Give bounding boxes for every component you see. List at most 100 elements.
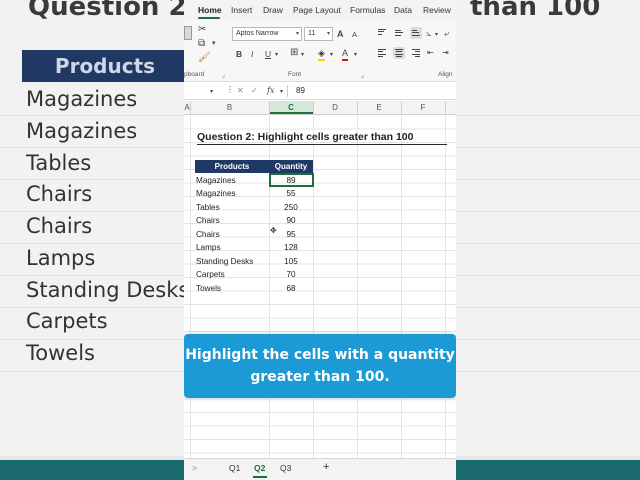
quantity-cell[interactable]: 105 xyxy=(269,257,313,266)
gridline xyxy=(190,116,191,458)
product-cell[interactable]: Chairs xyxy=(196,230,220,239)
product-cell[interactable]: Magazines xyxy=(196,176,236,185)
enter-icon[interactable]: ✓ xyxy=(251,86,258,95)
font-name-value: Aptos Narrow xyxy=(236,30,279,37)
decrease-indent-icon[interactable]: ⇤ xyxy=(427,47,434,59)
formula-input[interactable]: 89 xyxy=(296,86,305,95)
fill-dropdown-icon[interactable]: ▾ xyxy=(330,49,333,61)
shrink-font-button[interactable]: A xyxy=(352,29,357,41)
quantity-cell[interactable]: 68 xyxy=(269,284,313,293)
ribbon-tabs: Home Insert Draw Page Layout Formulas Da… xyxy=(184,0,456,20)
background-item: Chairs xyxy=(26,214,93,238)
table-header-quantity[interactable]: Quantity xyxy=(269,160,313,173)
copy-icon[interactable]: ⧉ xyxy=(198,38,205,50)
align-middle-icon[interactable] xyxy=(393,27,405,39)
bold-button[interactable]: B xyxy=(236,48,242,60)
product-cell[interactable]: Tables xyxy=(196,203,220,212)
table-row: Chairs 95 xyxy=(195,228,313,242)
font-group-label: Font xyxy=(288,71,302,78)
tab-home[interactable]: Home xyxy=(198,5,222,15)
divider xyxy=(287,85,288,97)
column-header-b[interactable]: B xyxy=(190,103,269,112)
product-cell[interactable]: Magazines xyxy=(196,189,236,198)
name-box-dropdown-icon[interactable]: ▾ xyxy=(210,88,213,95)
format-painter-icon[interactable]: 🖌 xyxy=(198,52,211,64)
tab-insert[interactable]: Insert xyxy=(231,5,252,15)
column-header-e[interactable]: E xyxy=(357,103,401,112)
column-header-f[interactable]: F xyxy=(401,103,445,112)
align-bottom-icon[interactable] xyxy=(410,27,422,39)
add-sheet-button[interactable]: + xyxy=(323,461,329,473)
sheet-tab-bar: > Q1 Q2 Q3 + xyxy=(184,458,456,480)
divider xyxy=(445,101,446,115)
font-size-select[interactable]: 11 ▾ xyxy=(304,27,333,41)
tab-formulas[interactable]: Formulas xyxy=(350,5,385,15)
quantity-cell[interactable]: 128 xyxy=(269,243,313,252)
callout-line-1: Highlight the cells with a quantity xyxy=(185,347,455,363)
quantity-cell[interactable]: 90 xyxy=(269,216,313,225)
insert-function-button[interactable]: fx xyxy=(267,86,274,95)
increase-indent-icon[interactable]: ⇥ xyxy=(442,47,449,59)
product-cell[interactable]: Standing Desks xyxy=(196,257,253,266)
chevron-down-icon: ▾ xyxy=(326,31,330,37)
sheet-tab-q1[interactable]: Q1 xyxy=(229,463,240,473)
product-cell[interactable]: Chairs xyxy=(196,216,220,225)
font-color-dropdown-icon[interactable]: ▾ xyxy=(354,49,357,61)
gridline xyxy=(401,116,402,458)
more-options-icon[interactable]: ⋮ xyxy=(226,85,234,94)
copy-dropdown-icon[interactable]: ▾ xyxy=(212,38,216,50)
font-launcher-icon[interactable]: ⌟ xyxy=(361,70,364,82)
column-header-c[interactable]: C xyxy=(269,103,313,112)
italic-button[interactable]: I xyxy=(251,48,253,60)
alignment-group-label: Align xyxy=(438,71,453,78)
gridline xyxy=(357,116,358,458)
orientation-dropdown-icon[interactable]: ▾ xyxy=(435,29,438,41)
table-row: Carpets 70 xyxy=(195,268,313,282)
tab-page-layout[interactable]: Page Layout xyxy=(293,5,341,15)
fx-dropdown-icon[interactable]: ▾ xyxy=(280,88,283,95)
table-row: Standing Desks 105 xyxy=(195,255,313,269)
active-cell-selection[interactable] xyxy=(269,173,314,187)
orientation-icon[interactable]: ⦣ xyxy=(426,27,431,39)
borders-dropdown-icon[interactable]: ▾ xyxy=(301,49,304,61)
underline-button[interactable]: U xyxy=(265,48,271,60)
product-cell[interactable]: Lamps xyxy=(196,243,221,252)
wrap-text-icon[interactable]: ⤶ xyxy=(444,27,449,39)
product-cell[interactable]: Towels xyxy=(196,284,221,293)
quantity-cell[interactable]: 250 xyxy=(269,203,313,212)
quantity-cell[interactable]: 55 xyxy=(269,189,313,198)
table-header-products[interactable]: Products xyxy=(195,160,269,173)
active-sheet-indicator xyxy=(253,476,267,478)
active-tab-indicator xyxy=(198,17,220,19)
background-item: Magazines xyxy=(26,118,138,143)
ribbon: ✂ ⧉ ▾ 🖌 pboard ⌟ Aptos Narrow ▾ 11 ▾ A A… xyxy=(184,20,456,82)
background-list: Magazines Magazines Tables Chairs Chairs… xyxy=(26,84,189,370)
align-center-icon[interactable] xyxy=(393,47,405,59)
align-left-icon[interactable] xyxy=(376,47,388,59)
column-header-d[interactable]: D xyxy=(313,103,357,112)
borders-icon[interactable]: ⊞ xyxy=(290,47,298,59)
tab-draw[interactable]: Draw xyxy=(263,5,283,15)
tab-data[interactable]: Data xyxy=(394,5,412,15)
align-right-icon[interactable] xyxy=(410,47,422,59)
sheet-nav-chevron-icon[interactable]: > xyxy=(192,463,197,473)
align-top-icon[interactable] xyxy=(376,27,388,39)
font-name-select[interactable]: Aptos Narrow ▾ xyxy=(232,27,302,41)
paste-icon[interactable] xyxy=(184,26,192,40)
underline-dropdown-icon[interactable]: ▾ xyxy=(275,49,278,61)
tab-review[interactable]: Review xyxy=(423,5,451,15)
grow-font-button[interactable]: A xyxy=(337,28,344,40)
clipboard-launcher-icon[interactable]: ⌟ xyxy=(222,70,225,82)
font-size-value: 11 xyxy=(308,30,316,37)
quantity-cell[interactable]: 70 xyxy=(269,270,313,279)
sheet-tab-q2[interactable]: Q2 xyxy=(254,463,265,473)
sheet-tab-q3[interactable]: Q3 xyxy=(280,463,291,473)
cursor-icon: ✥ xyxy=(270,226,277,235)
font-color-button[interactable]: A xyxy=(342,47,349,61)
fill-color-icon[interactable]: ◈ xyxy=(318,47,325,61)
cancel-icon[interactable]: ✕ xyxy=(237,86,244,95)
callout-text: Highlight the cells with a quantity grea… xyxy=(184,344,456,388)
product-cell[interactable]: Carpets xyxy=(196,270,225,279)
cut-icon[interactable]: ✂ xyxy=(198,24,206,36)
background-item: Magazines xyxy=(26,87,138,111)
